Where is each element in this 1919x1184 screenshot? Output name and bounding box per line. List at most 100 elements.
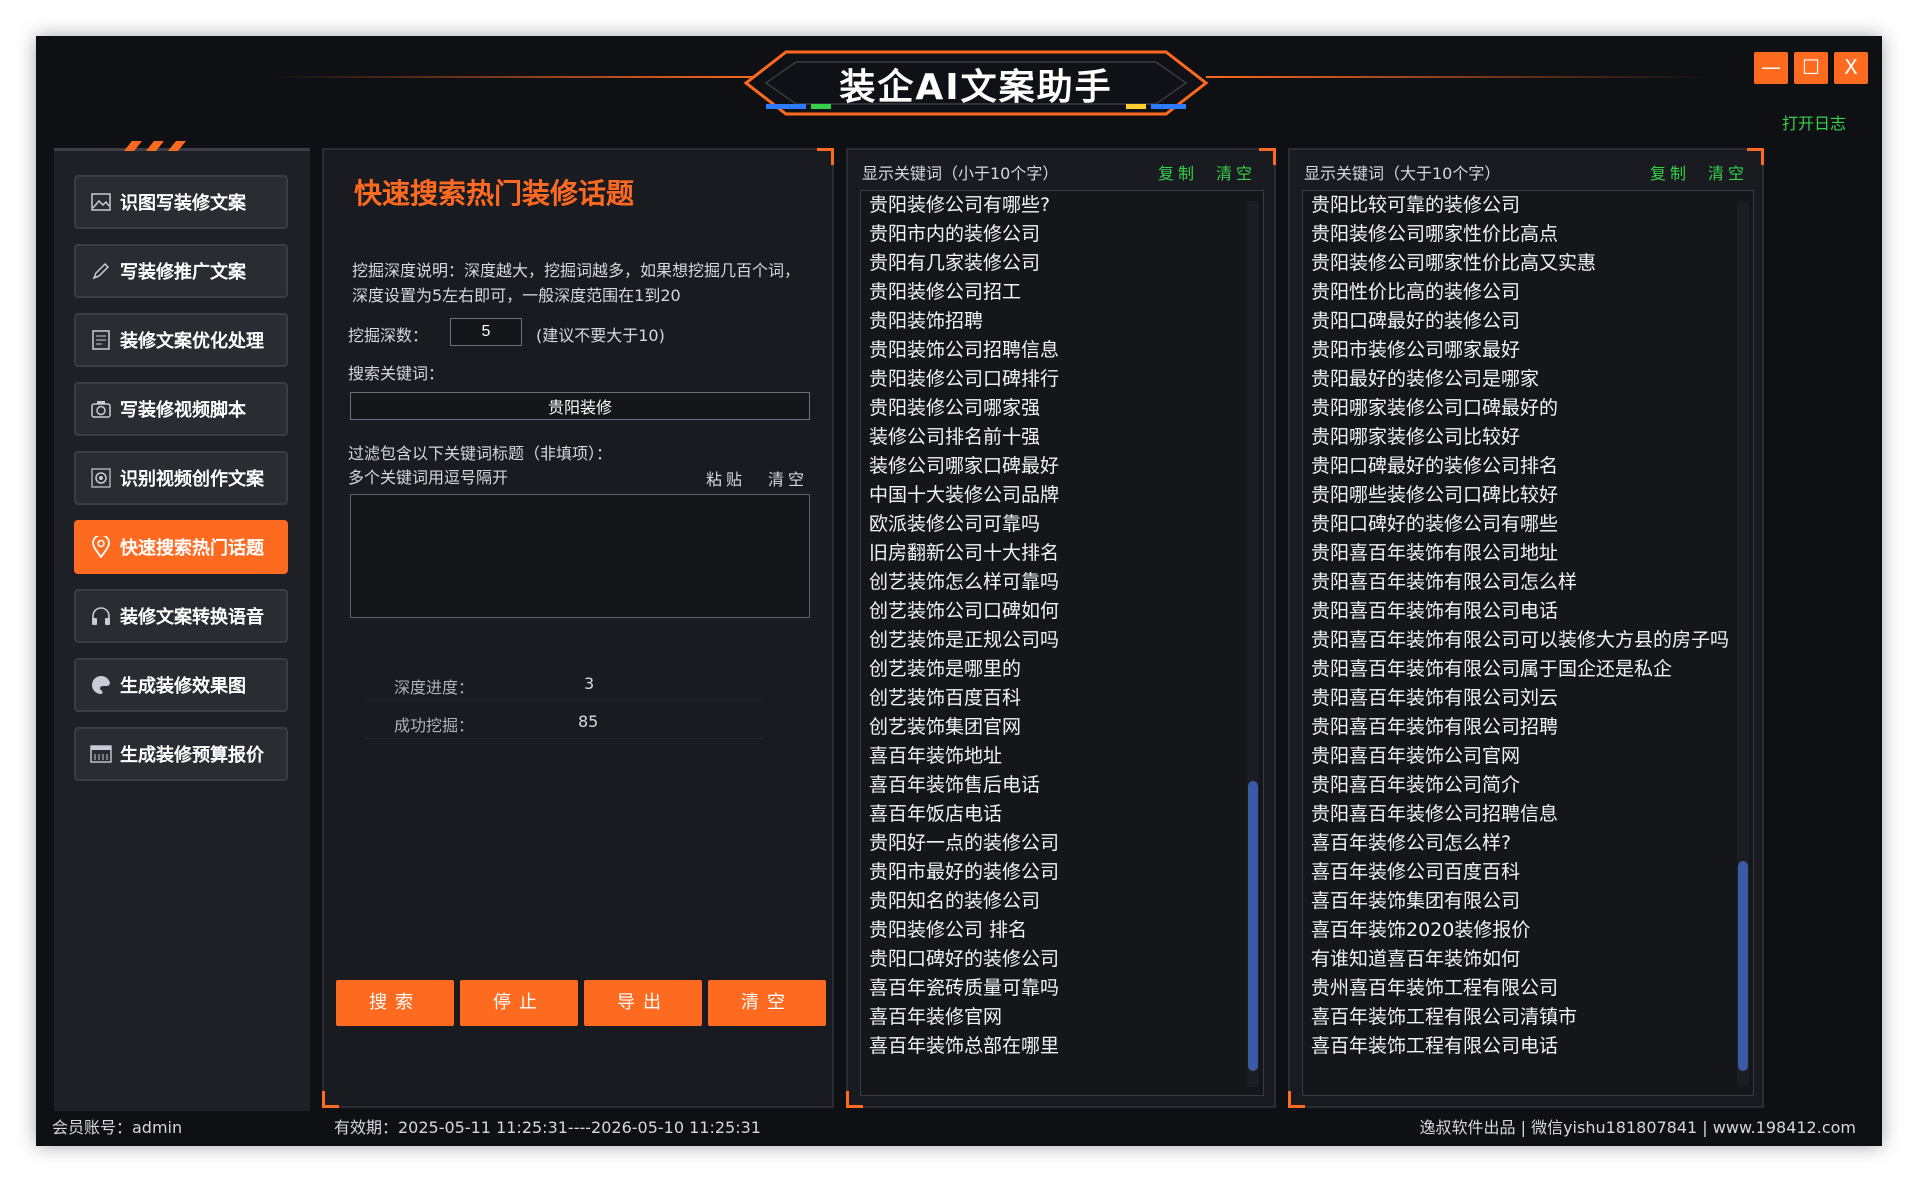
list-item[interactable]: 贵州喜百年装饰工程有限公司 xyxy=(1311,974,1753,1003)
list-item[interactable]: 喜百年装修公司百度百科 xyxy=(1311,858,1753,887)
progress-value: 3 xyxy=(584,674,595,693)
list-item[interactable]: 贵阳装修公司哪家性价比高又实惠 xyxy=(1311,249,1753,278)
long-keyword-list[interactable]: 贵阳比较可靠的装修公司 贵阳装修公司哪家性价比高点 贵阳装修公司哪家性价比高又实惠贵… xyxy=(1302,190,1754,1096)
close-button[interactable]: X xyxy=(1834,52,1868,84)
list-item[interactable]: 创艺装饰集团官网 xyxy=(869,713,1263,742)
scroll-thumb[interactable] xyxy=(1248,781,1258,1071)
sidebar-item-optimize[interactable]: 装修文案优化处理 xyxy=(74,313,288,367)
long-clear-link[interactable]: 清空 xyxy=(1708,160,1748,184)
list-item[interactable]: 贵阳喜百年装修公司招聘信息 xyxy=(1311,800,1753,829)
filter-clear-link[interactable]: 清空 xyxy=(768,466,808,490)
list-item[interactable]: 贵阳好一点的装修公司 xyxy=(869,829,1263,858)
list-item[interactable]: 喜百年装饰工程有限公司电话 xyxy=(1311,1032,1753,1061)
list-item[interactable]: 贵阳喜百年装饰有限公司属于国企还是私企 xyxy=(1311,655,1753,684)
maximize-button[interactable]: ☐ xyxy=(1794,52,1828,84)
list-item[interactable]: 贵阳装修公司口碑排行 xyxy=(869,365,1263,394)
list-item[interactable]: 贵阳装修公司哪家性价比高点 xyxy=(1311,220,1753,249)
list-item[interactable]: 创艺装饰是哪里的 xyxy=(869,655,1263,684)
list-item[interactable]: 贵阳喜百年装饰有限公司可以装修大方县的房子吗 xyxy=(1311,626,1753,655)
short-list-scrollbar[interactable] xyxy=(1247,201,1259,1087)
list-item[interactable]: 喜百年饭店电话 xyxy=(869,800,1263,829)
list-item[interactable]: 贵阳哪家装修公司口碑最好的 xyxy=(1311,394,1753,423)
sidebar-stripes-decor xyxy=(124,141,186,151)
list-item[interactable]: 贵阳装饰公司招聘信息 xyxy=(869,336,1263,365)
list-item[interactable]: 贵阳喜百年装饰有限公司刘云 xyxy=(1311,684,1753,713)
credits-info: 逸叔软件出品 | 微信yishu181807841 | www.198412.c… xyxy=(1419,1118,1857,1137)
search-button[interactable]: 搜索 xyxy=(336,980,454,1026)
long-list-scrollbar[interactable] xyxy=(1737,201,1749,1087)
list-item[interactable]: 旧房翻新公司十大排名 xyxy=(869,539,1263,568)
sidebar-item-budget-quote[interactable]: 生成装修预算报价 xyxy=(74,727,288,781)
short-copy-link[interactable]: 复制 xyxy=(1158,160,1198,184)
list-item[interactable]: 创艺装饰怎么样可靠吗 xyxy=(869,568,1263,597)
paste-link[interactable]: 粘贴 xyxy=(706,466,746,490)
depth-label: 挖掘深数： xyxy=(348,326,429,345)
filter-textarea[interactable] xyxy=(350,494,810,618)
sidebar-item-video-script[interactable]: 写装修视频脚本 xyxy=(74,382,288,436)
list-item[interactable]: 有谁知道喜百年装饰如何 xyxy=(1311,945,1753,974)
list-item[interactable]: 创艺装饰公司口碑如何 xyxy=(869,597,1263,626)
list-item[interactable]: 贵阳市最好的装修公司 xyxy=(869,858,1263,887)
list-item[interactable]: 喜百年装饰售后电话 xyxy=(869,771,1263,800)
list-item[interactable]: 贵阳哪家装修公司比较好 xyxy=(1311,423,1753,452)
list-item[interactable]: 喜百年装修公司怎么样? xyxy=(1311,829,1753,858)
minimize-button[interactable]: — xyxy=(1754,52,1788,84)
keyword-input[interactable] xyxy=(350,392,810,420)
list-item[interactable]: 贵阳口碑好的装修公司有哪些 xyxy=(1311,510,1753,539)
stop-button[interactable]: 停止 xyxy=(460,980,578,1026)
list-item[interactable]: 装修公司排名前十强 xyxy=(869,423,1263,452)
list-item[interactable]: 装修公司哪家口碑最好 xyxy=(869,452,1263,481)
list-item[interactable]: 喜百年装饰工程有限公司清镇市 xyxy=(1311,1003,1753,1032)
list-item[interactable]: 喜百年装饰2020装修报价 xyxy=(1311,916,1753,945)
list-item[interactable]: 贵阳市内的装修公司 xyxy=(869,220,1263,249)
list-item[interactable]: 贵阳哪些装修公司口碑比较好 xyxy=(1311,481,1753,510)
list-item[interactable]: 贵阳口碑好的装修公司 xyxy=(869,945,1263,974)
list-item[interactable]: 贵阳装修公司哪家强 xyxy=(869,394,1263,423)
calculator-icon xyxy=(90,743,112,765)
list-item[interactable]: 喜百年装饰地址 xyxy=(869,742,1263,771)
list-item[interactable]: 贵阳比较可靠的装修公司 xyxy=(1311,191,1753,220)
list-item[interactable]: 贵阳装修公司有哪些? xyxy=(869,191,1263,220)
list-item[interactable]: 喜百年装饰总部在哪里 xyxy=(869,1032,1263,1061)
list-item[interactable]: 贵阳装修公司 排名 xyxy=(869,916,1263,945)
list-item[interactable]: 贵阳口碑最好的装修公司 xyxy=(1311,307,1753,336)
sidebar-item-video-recognize[interactable]: 识别视频创作文案 xyxy=(74,451,288,505)
list-item[interactable]: 贵阳装饰招聘 xyxy=(869,307,1263,336)
open-log-link[interactable]: 打开日志 xyxy=(1782,110,1846,134)
sidebar-item-promo-copy[interactable]: 写装修推广文案 xyxy=(74,244,288,298)
sidebar-item-render-image[interactable]: 生成装修效果图 xyxy=(74,658,288,712)
success-label: 成功挖掘： xyxy=(394,716,475,735)
list-item[interactable]: 贵阳知名的装修公司 xyxy=(869,887,1263,916)
scroll-thumb[interactable] xyxy=(1738,861,1748,1071)
list-item[interactable]: 喜百年装饰集团有限公司 xyxy=(1311,887,1753,916)
list-item[interactable]: 贵阳最好的装修公司是哪家 xyxy=(1311,365,1753,394)
short-clear-link[interactable]: 清空 xyxy=(1216,160,1256,184)
clear-button[interactable]: 清空 xyxy=(708,980,826,1026)
sidebar-item-image-copy[interactable]: 识图写装修文案 xyxy=(74,175,288,229)
depth-input[interactable] xyxy=(450,318,522,346)
long-copy-link[interactable]: 复制 xyxy=(1650,160,1690,184)
sidebar-item-hot-topics[interactable]: 快速搜索热门话题 xyxy=(74,520,288,574)
list-item[interactable]: 贵阳性价比高的装修公司 xyxy=(1311,278,1753,307)
sidebar-item-label: 生成装修效果图 xyxy=(120,676,246,697)
list-item[interactable]: 贵阳有几家装修公司 xyxy=(869,249,1263,278)
list-item[interactable]: 中国十大装修公司品牌 xyxy=(869,481,1263,510)
list-item[interactable]: 贵阳喜百年装饰公司简介 xyxy=(1311,771,1753,800)
list-item[interactable]: 贵阳喜百年装饰有限公司电话 xyxy=(1311,597,1753,626)
short-keyword-list[interactable]: 贵阳装修公司有哪些? 贵阳市内的装修公司 贵阳有几家装修公司 贵阳装修公司招工 贵阳装饰… xyxy=(860,190,1264,1096)
list-item[interactable]: 贵阳市装修公司哪家最好 xyxy=(1311,336,1753,365)
list-item[interactable]: 欧派装修公司可靠吗 xyxy=(869,510,1263,539)
list-item[interactable]: 贵阳口碑最好的装修公司排名 xyxy=(1311,452,1753,481)
list-item[interactable]: 贵阳装修公司招工 xyxy=(869,278,1263,307)
sidebar-item-text-to-speech[interactable]: 装修文案转换语音 xyxy=(74,589,288,643)
list-item[interactable]: 贵阳喜百年装饰有限公司地址 xyxy=(1311,539,1753,568)
sidebar-item-label: 写装修视频脚本 xyxy=(120,400,246,421)
export-button[interactable]: 导出 xyxy=(584,980,702,1026)
list-item[interactable]: 贵阳喜百年装饰公司官网 xyxy=(1311,742,1753,771)
list-item[interactable]: 贵阳喜百年装饰有限公司怎么样 xyxy=(1311,568,1753,597)
list-item[interactable]: 创艺装饰百度百科 xyxy=(869,684,1263,713)
list-item[interactable]: 喜百年装修官网 xyxy=(869,1003,1263,1032)
list-item[interactable]: 喜百年瓷砖质量可靠吗 xyxy=(869,974,1263,1003)
list-item[interactable]: 贵阳喜百年装饰有限公司招聘 xyxy=(1311,713,1753,742)
list-item[interactable]: 创艺装饰是正规公司吗 xyxy=(869,626,1263,655)
